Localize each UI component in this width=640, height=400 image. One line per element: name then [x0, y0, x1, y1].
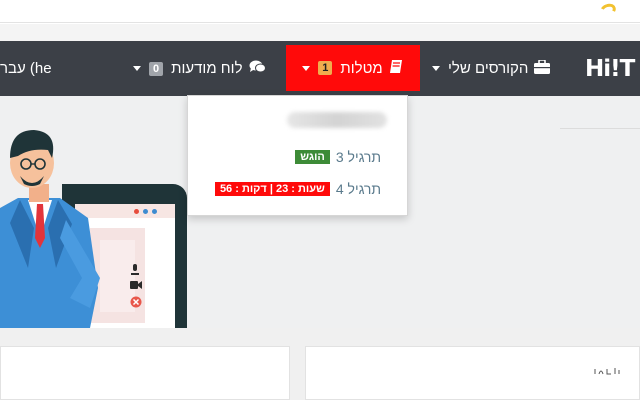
nav-my-courses[interactable]: הקורסים שלי — [432, 41, 551, 96]
nav-language[interactable]: עברית (he — [0, 41, 52, 96]
camera-icon — [130, 281, 142, 291]
window-dot — [134, 209, 139, 214]
book-icon — [389, 59, 404, 78]
task-item[interactable]: הוגש תרגיל 3 — [289, 148, 381, 166]
chevron-down-icon — [133, 66, 141, 71]
browser-top-strip — [0, 0, 640, 23]
tasks-count-badge: 1 — [318, 61, 333, 75]
close-icon — [130, 296, 142, 308]
task-item-label: תרגיל 4 — [335, 181, 381, 197]
tasks-dropdown-menu: הוגש תרגיל 3 שעות : 23 | דקות : 56 תרגיל… — [187, 95, 408, 216]
nav-notice-board[interactable]: 0 לוח מודעות — [133, 41, 266, 96]
site-logo[interactable]: Hi!T — [585, 56, 635, 82]
divider — [560, 128, 640, 129]
briefcase-icon — [534, 58, 551, 78]
countdown-badge: שעות : 23 | דקות : 56 — [214, 182, 330, 196]
nav-tasks-label: מטלות — [340, 59, 383, 77]
submitted-badge: הוגש — [295, 150, 330, 164]
person-illustration — [0, 130, 100, 328]
corner-accent-icon — [598, 1, 618, 19]
microphone-icon — [130, 264, 140, 275]
chevron-down-icon — [302, 65, 311, 71]
main-navbar: Hi!T הקורסים שלי 1 מטלות 0 לוח מודעות עב… — [0, 41, 640, 96]
content-card — [0, 346, 290, 400]
task-item-label: תרגיל 3 — [335, 149, 381, 165]
board-count-badge: 0 — [149, 61, 164, 76]
nav-my-courses-label: הקורסים שלי — [448, 60, 529, 77]
content-card — [305, 346, 640, 400]
window-dot — [152, 209, 157, 214]
window-dot — [143, 209, 148, 214]
chevron-down-icon — [432, 66, 440, 71]
comments-icon — [249, 60, 266, 78]
task-item[interactable]: שעות : 23 | דקות : 56 תרגיל 4 — [209, 180, 381, 198]
top-gap — [0, 24, 640, 41]
partial-text-fragment — [594, 368, 620, 375]
nav-notice-board-label: לוח מודעות — [171, 60, 243, 77]
nav-tasks[interactable]: 1 מטלות — [286, 45, 420, 91]
nav-language-label: עברית (he — [0, 60, 52, 77]
blurred-header — [287, 112, 387, 128]
